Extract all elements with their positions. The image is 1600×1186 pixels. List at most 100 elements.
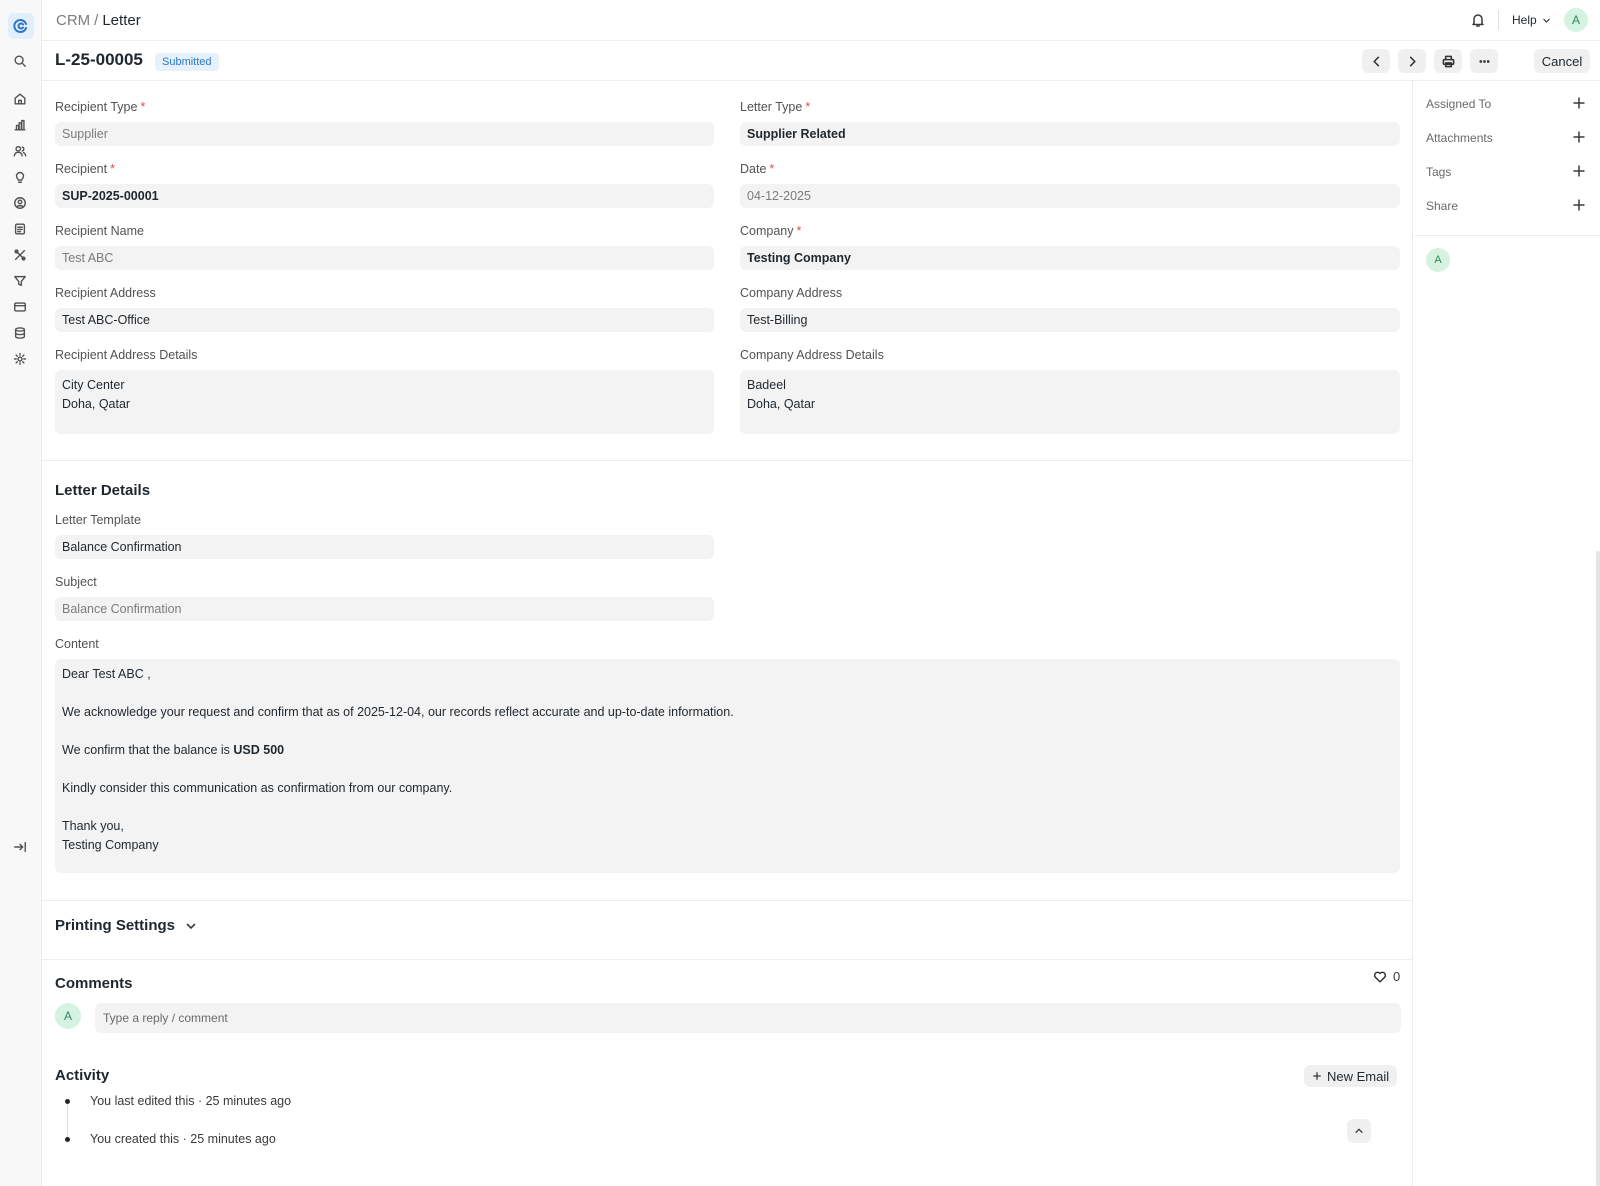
sidebar-item-share[interactable]: Share: [1426, 199, 1458, 213]
comment-input[interactable]: [95, 1003, 1401, 1033]
cancel-button[interactable]: Cancel: [1534, 49, 1590, 73]
tools-icon[interactable]: [11, 246, 29, 264]
section-divider: [42, 959, 1413, 960]
add-share-plus-icon[interactable]: [1572, 198, 1586, 212]
letter-type-label: Letter Type *: [740, 100, 811, 114]
letter-template-field[interactable]: Balance Confirmation: [55, 535, 714, 559]
letter-type-field[interactable]: Supplier Related: [740, 122, 1400, 146]
activity-title: Activity: [55, 1067, 110, 1084]
content-label: Content: [55, 637, 99, 651]
scroll-to-top-button[interactable]: [1347, 1119, 1371, 1143]
chevron-left-icon: [1372, 56, 1379, 66]
company-address-field[interactable]: Test-Billing: [740, 308, 1400, 332]
content-paragraph: We acknowledge your request and confirm …: [62, 705, 734, 719]
sidebar-item-tags[interactable]: Tags: [1426, 165, 1451, 179]
form-sidebar: Assigned To Attachments Tags Share A: [1414, 81, 1600, 1186]
section-divider: [42, 460, 1413, 461]
users-icon[interactable]: [11, 142, 29, 160]
company-field[interactable]: Testing Company: [740, 246, 1400, 270]
help-label: Help: [1512, 13, 1537, 27]
company-label: Company *: [740, 224, 802, 238]
more-actions-button[interactable]: [1470, 49, 1498, 73]
collapse-sidebar-icon[interactable]: [11, 838, 29, 856]
breadcrumb: CRM / Letter: [56, 12, 141, 29]
printing-settings-toggle[interactable]: Printing Settings: [55, 917, 197, 934]
previous-record-button[interactable]: [1362, 49, 1390, 73]
sidebar-divider: [1414, 235, 1600, 236]
company-address-details-field[interactable]: Badeel Doha, Qatar: [740, 370, 1400, 434]
like-count: 0: [1393, 969, 1401, 984]
add-tag-plus-icon[interactable]: [1572, 164, 1586, 178]
activity-dot: [65, 1137, 70, 1142]
scrollbar[interactable]: [1596, 551, 1600, 1186]
heart-icon: [1374, 971, 1386, 983]
activity-item: You last edited this · 25 minutes ago: [90, 1094, 292, 1108]
chart-icon[interactable]: [11, 116, 29, 134]
viewer-avatar: A: [1426, 248, 1450, 272]
status-badge: Submitted: [155, 53, 219, 71]
next-record-button[interactable]: [1398, 49, 1426, 73]
content-editor[interactable]: Dear Test ABC , We acknowledge your requ…: [55, 659, 1400, 873]
comments-title: Comments: [55, 975, 133, 992]
activity-dot: [65, 1099, 70, 1104]
recipient-address-details-label: Recipient Address Details: [55, 348, 198, 362]
recipient-name-field[interactable]: Test ABC: [55, 246, 714, 270]
company-address-line: Badeel: [747, 378, 786, 392]
more-horizontal-icon: [1478, 59, 1490, 63]
chevron-up-icon: [1355, 1128, 1363, 1134]
gear-icon[interactable]: [11, 350, 29, 368]
letter-details-title: Letter Details: [55, 482, 151, 499]
like-button[interactable]: 0: [1373, 969, 1400, 984]
section-divider: [42, 900, 1413, 901]
breadcrumb-separator: /: [94, 12, 99, 29]
contact-icon[interactable]: [11, 194, 29, 212]
company-address-line: Doha, Qatar: [747, 397, 816, 411]
bell-icon[interactable]: [1470, 12, 1488, 30]
new-email-button[interactable]: New Email: [1304, 1065, 1398, 1087]
search-icon[interactable]: [11, 52, 29, 70]
recipient-label: Recipient *: [55, 162, 115, 176]
recipient-field[interactable]: SUP-2025-00001: [55, 184, 714, 208]
chevron-right-icon: [1409, 56, 1416, 66]
breadcrumb-crm[interactable]: CRM: [56, 12, 90, 29]
breadcrumb-letter[interactable]: Letter: [102, 12, 140, 29]
sidebar-item-assigned-to[interactable]: Assigned To: [1426, 97, 1491, 111]
app-logo-icon[interactable]: [8, 13, 34, 39]
print-button[interactable]: [1434, 49, 1462, 73]
activity-item: You created this · 25 minutes ago: [90, 1132, 276, 1146]
top-bar: CRM / Letter Help A: [42, 0, 1600, 41]
home-icon[interactable]: [11, 90, 29, 108]
add-assignee-plus-icon[interactable]: [1572, 96, 1586, 110]
content-greeting: Dear Test ABC ,: [62, 667, 151, 681]
subject-label: Subject: [55, 575, 97, 589]
app-rail: [0, 0, 42, 1186]
recipient-address-line: City Center: [62, 378, 125, 392]
recipient-name-label: Recipient Name: [55, 224, 144, 238]
date-label: Date *: [740, 162, 775, 176]
filter-icon[interactable]: [11, 272, 29, 290]
user-avatar[interactable]: A: [1564, 8, 1588, 32]
content-closing: Thank you,: [62, 819, 124, 833]
plus-icon: [1313, 1072, 1321, 1080]
letter-template-label: Letter Template: [55, 513, 141, 527]
topbar-divider: [1498, 10, 1499, 30]
recipient-address-details-field[interactable]: City Center Doha, Qatar: [55, 370, 714, 434]
company-address-details-label: Company Address Details: [740, 348, 884, 362]
subject-field[interactable]: Balance Confirmation: [55, 597, 714, 621]
content-paragraph: We confirm that the balance is USD 500: [62, 741, 1393, 760]
activity-timeline: [67, 1103, 68, 1141]
help-dropdown[interactable]: Help: [1512, 13, 1551, 27]
recipient-address-field[interactable]: Test ABC-Office: [55, 308, 714, 332]
recipient-type-field[interactable]: Supplier: [55, 122, 714, 146]
card-icon[interactable]: [11, 298, 29, 316]
sidebar-item-attachments[interactable]: Attachments: [1426, 131, 1493, 145]
notes-icon[interactable]: [11, 220, 29, 238]
balance-text: We confirm that the balance is: [62, 743, 234, 757]
page-title: L-25-00005: [55, 50, 143, 69]
recipient-address-line: Doha, Qatar: [62, 397, 131, 411]
bulb-icon[interactable]: [11, 168, 29, 186]
database-icon[interactable]: [11, 324, 29, 342]
add-attachment-plus-icon[interactable]: [1572, 130, 1586, 144]
avatar: A: [55, 1003, 81, 1029]
date-field[interactable]: 04-12-2025: [740, 184, 1400, 208]
